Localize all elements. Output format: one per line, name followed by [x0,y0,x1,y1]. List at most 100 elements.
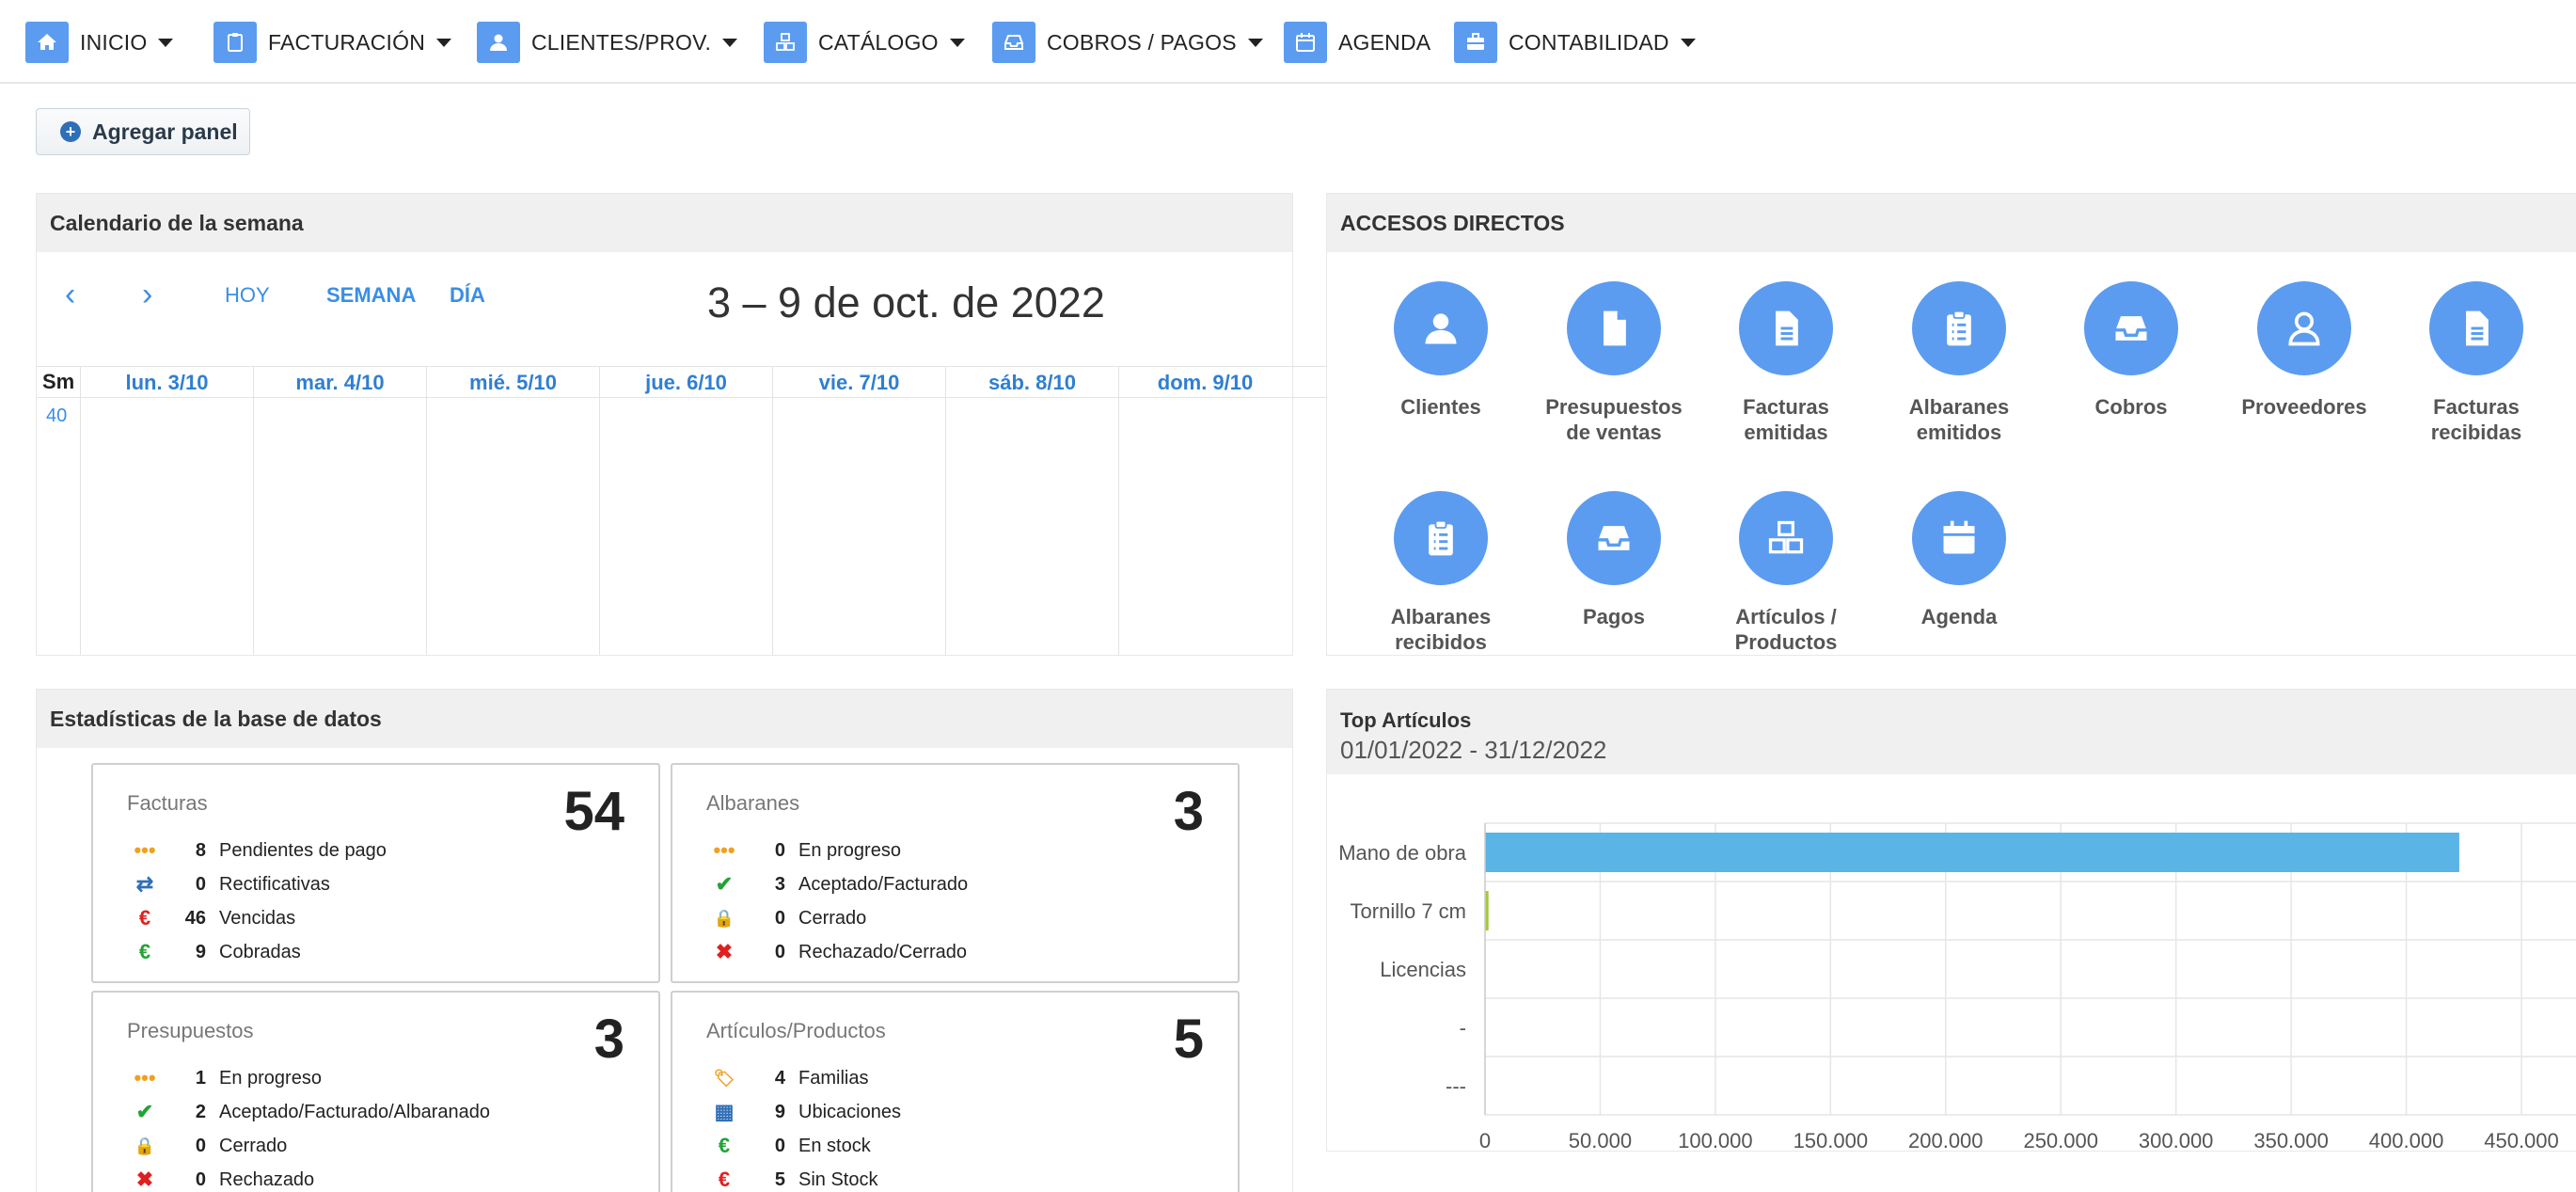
stat-row[interactable]: €46 Vencidas [131,904,295,932]
stat-label: En progreso [798,839,901,861]
shortcut-albaranes-recibidos[interactable]: Albaranes recibidos [1354,491,1527,655]
shortcut-label-2: recibidos [1395,630,1487,654]
stat-count: 0 [195,873,206,895]
prev-week-button[interactable]: ‹ [65,277,75,313]
clipboard-list-icon [1394,491,1488,585]
stat-row[interactable]: ⇄ 0 Rectificativas [131,870,330,898]
stat-row[interactable]: 🔒 0 Cerrado [710,904,866,932]
nav-catalogo[interactable]: CATÁLOGO [764,22,965,63]
cubes-icon: ▦ [714,1100,735,1123]
shortcut-facturas-emitidas[interactable]: Facturas emitidas [1699,281,1873,445]
shortcut-proveedores[interactable]: Proveedores [2218,281,2391,420]
y-category-label: Tornillo 7 cm [1351,899,1466,923]
caret-down-icon [949,38,965,47]
stat-count: 0 [774,941,785,962]
day-column[interactable] [80,398,81,655]
y-category-label: - [1460,1016,1466,1040]
day-column[interactable] [945,398,946,655]
x-tick-label: 0 [1479,1129,1491,1152]
stat-row[interactable]: ••• 1 En progreso [131,1064,322,1092]
day-header[interactable]: sáb. 8/10 [945,367,1118,399]
nav-label: CONTABILIDAD [1509,29,1669,55]
day-header[interactable]: mié. 5/10 [426,367,599,399]
day-column[interactable] [426,398,427,655]
y-category-label: Mano de obra [1338,841,1467,865]
stat-row[interactable]: ••• 8 Pendientes de pago [131,836,387,865]
day-column[interactable] [1118,398,1119,655]
shortcut-presupuestos-ventas[interactable]: Presupuestos de ventas [1527,281,1700,445]
day-header[interactable]: lun. 3/10 [80,367,253,399]
shortcut-label-2: emitidos [1916,421,2002,444]
nav-inicio[interactable]: INICIO [25,22,174,63]
nav-label: CATÁLOGO [818,29,939,55]
day-header[interactable]: dom. 9/10 [1118,367,1291,399]
stat-row[interactable]: 🏷 4 Familias [710,1064,869,1092]
day-column[interactable] [599,398,600,655]
check-icon: ✔ [135,1100,154,1123]
user-outline-icon [2257,281,2351,375]
top-articulos-title: Top Artículos [1340,708,1472,732]
euro-icon: € [138,906,151,930]
stat-count: 9 [195,941,206,962]
shortcut-facturas-recibidas[interactable]: Facturas recibidas [2390,281,2563,445]
day-column[interactable] [772,398,773,655]
stat-row[interactable]: ✖ 0 Rechazado/Cerrado [710,938,967,966]
stat-card-total: 3 [1173,781,1204,842]
top-articulos-chart: 0 50.000 100.000 150.000 200.000 250.000 300.0… [1338,822,2576,1152]
shortcut-cobros[interactable]: Cobros [2045,281,2218,420]
stat-count: 3 [774,873,785,895]
stat-row[interactable]: €0 En stock [710,1132,871,1160]
nav-facturacion[interactable]: FACTURACIÓN [213,22,452,63]
stat-row[interactable]: 🔒 0 Cerrado [131,1132,287,1160]
week-number[interactable]: 40 [46,405,67,427]
shortcut-clientes[interactable]: Clientes [1354,281,1527,420]
stat-card-albaranes[interactable]: Albaranes 3 ••• 0 En progreso ✔ 3 Aceptado/F… [671,763,1240,983]
inbox-icon [992,22,1035,63]
stat-row[interactable]: ▦ 9 Ubicaciones [710,1098,901,1126]
day-view-button[interactable]: DÍA [450,283,485,308]
stat-card-articulos[interactable]: Artículos/Productos 5 🏷 4 Familias ▦ 9 Ubica… [671,991,1240,1192]
week-view-button[interactable]: SEMANA [326,283,416,308]
day-column[interactable] [253,398,254,655]
stat-card-presupuestos[interactable]: Presupuestos 3 ••• 1 En progreso ✔ 2 Aceptad… [91,991,660,1192]
nav-contabilidad[interactable]: CONTABILIDAD [1454,22,1696,63]
stat-row[interactable]: €9 Cobradas [131,938,301,966]
nav-clientes-prov[interactable]: CLIENTES/PROV. [477,22,738,63]
stat-label: Sin Stock [798,1168,878,1190]
stat-row[interactable]: ✔ 3 Aceptado/Facturado [710,870,968,898]
calendar-panel-title: Calendario de la semana [37,194,1292,252]
nav-cobros-pagos[interactable]: COBROS / PAGOS [992,22,1263,63]
day-header[interactable]: jue. 6/10 [599,367,772,399]
stat-label: Pendientes de pago [219,839,387,861]
shortcut-pagos[interactable]: Pagos [1527,491,1700,629]
stat-row[interactable]: €5 Sin Stock [710,1166,878,1192]
shortcut-label: Albaranes [1908,395,2010,419]
shortcut-label: Pagos [1582,605,1646,628]
day-header[interactable]: vie. 7/10 [772,367,945,399]
calendar-panel: Calendario de la semana ‹ › HOY SEMANA D… [36,193,1328,656]
shortcut-agenda[interactable]: Agenda [1873,491,2046,629]
stat-card-total: 3 [593,1009,624,1070]
day-header[interactable]: mar. 4/10 [253,367,426,399]
cubes-icon [1739,491,1833,585]
stat-row[interactable]: ✔ 2 Aceptado/Facturado/Albaranado [131,1098,490,1126]
stat-row[interactable]: ✖ 0 Rechazado [131,1166,314,1192]
caret-down-icon [1680,38,1696,47]
shortcut-label-2: de ventas [1566,421,1662,444]
cubes-icon [764,22,807,63]
caret-down-icon [722,38,738,47]
nav-agenda[interactable]: AGENDA [1284,22,1430,63]
next-week-button[interactable]: › [142,277,152,313]
stat-count: 46 [184,907,206,929]
file-text-icon [1739,281,1833,375]
stat-row[interactable]: ••• 0 En progreso [710,836,901,865]
shortcut-albaranes-emitidos[interactable]: Albaranes emitidos [1873,281,2046,445]
x-tick-label: 100.000 [1678,1129,1753,1152]
x-tick-label: 200.000 [1908,1129,1983,1152]
shortcut-articulos-productos[interactable]: Artículos / Productos [1699,491,1873,655]
x-tick-label: 350.000 [2253,1129,2329,1152]
file-text-icon [2429,281,2523,375]
stat-card-facturas[interactable]: Facturas 54 ••• 8 Pendientes de pago ⇄ 0 Rec… [91,763,660,983]
add-panel-button[interactable]: + Agregar panel [36,108,250,155]
today-button[interactable]: HOY [225,283,270,308]
